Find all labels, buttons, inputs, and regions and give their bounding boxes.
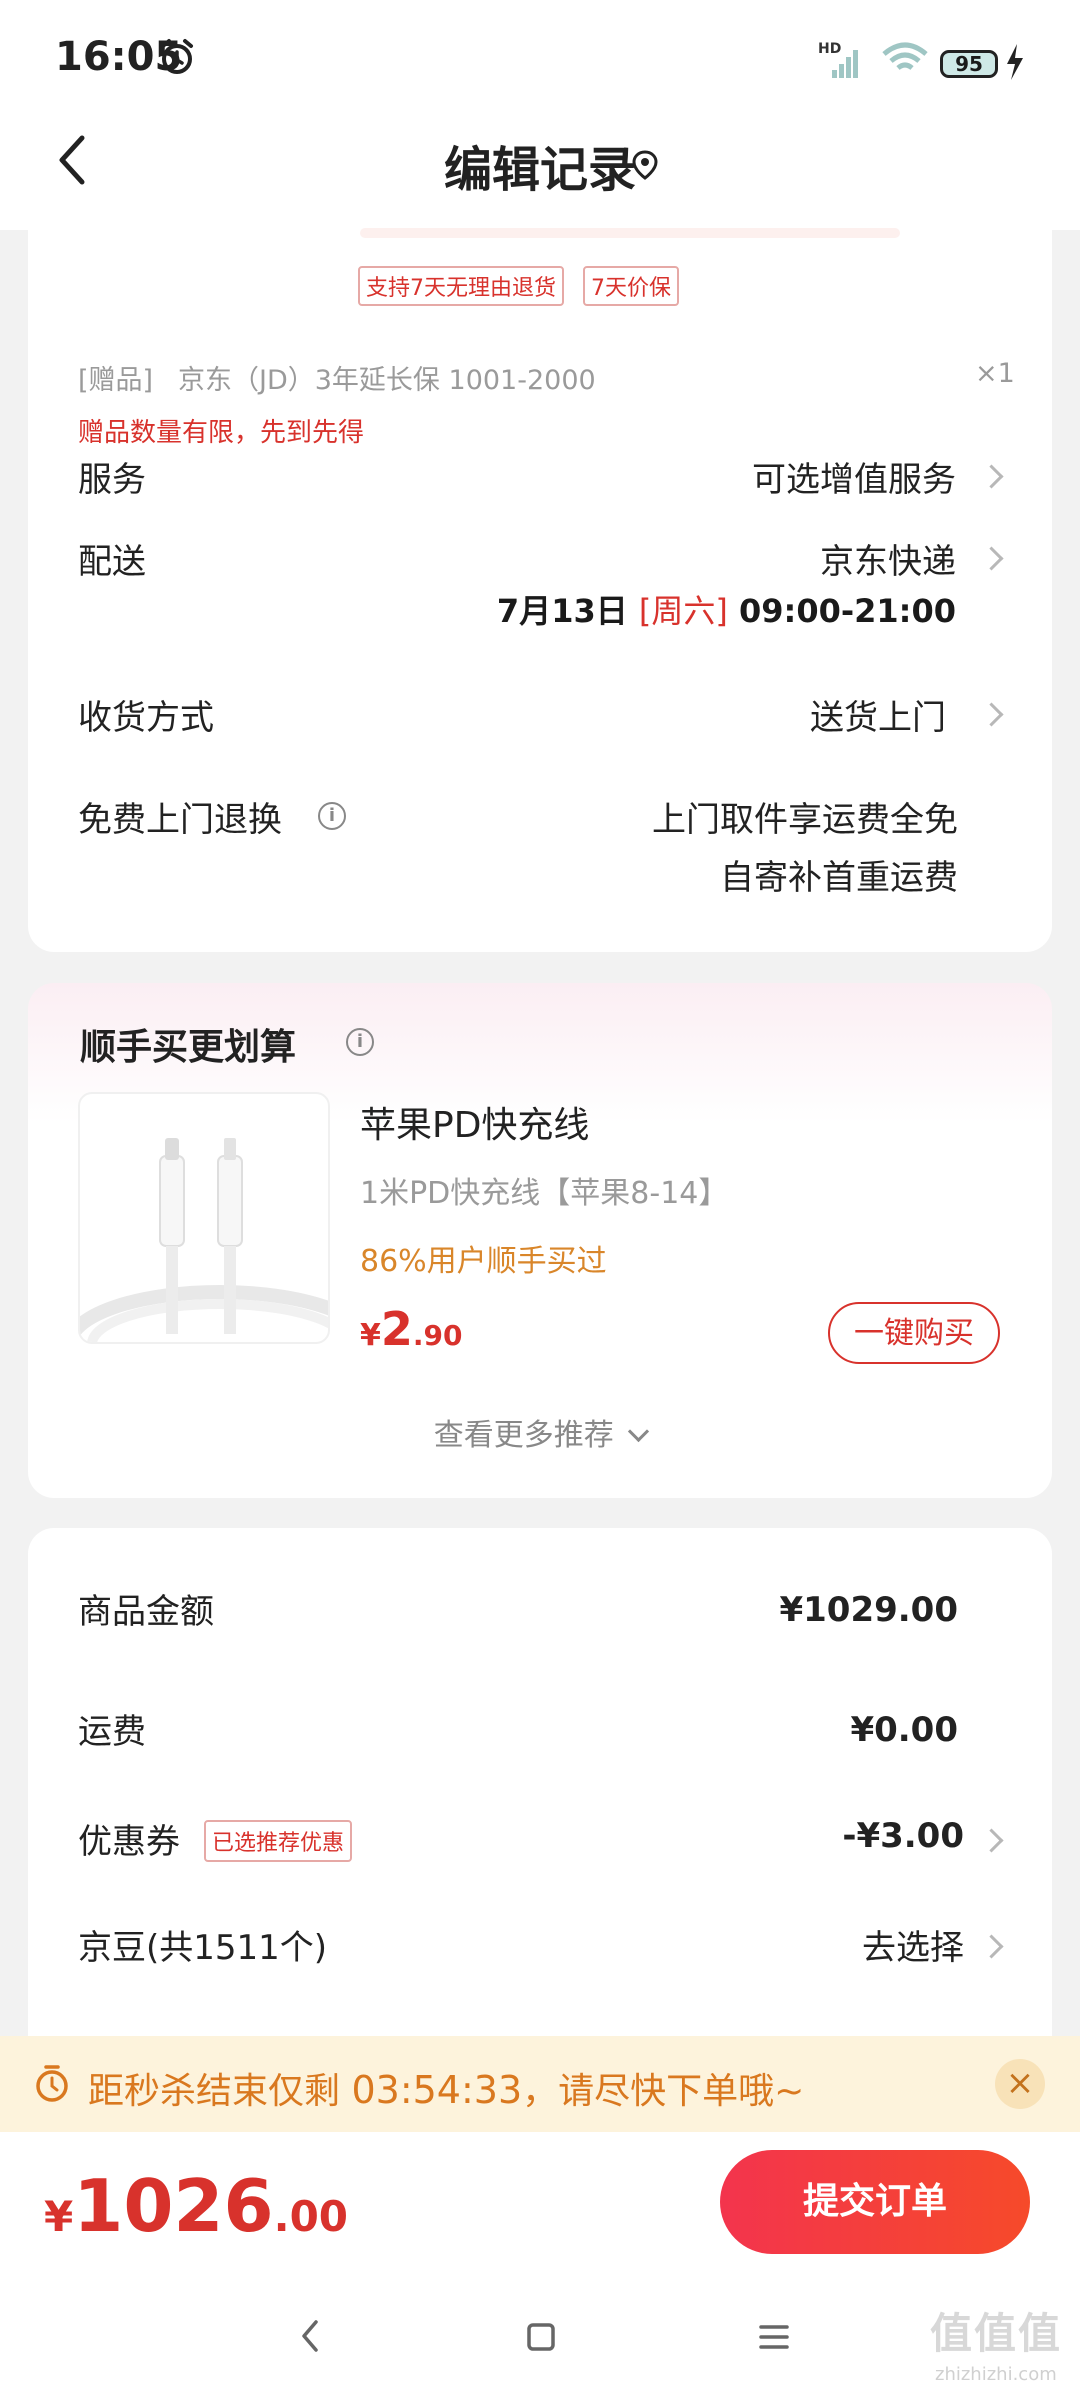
no-reason-return-tag: 支持7天无理由退货 bbox=[358, 266, 564, 306]
more-recommend-link[interactable]: 查看更多推荐 bbox=[0, 1410, 1080, 1454]
coupon-value: -¥3.00 bbox=[842, 1816, 964, 1856]
seckill-suffix: ，请尽快下单哦~ bbox=[522, 2071, 805, 2112]
recommend-price: ¥2.90 bbox=[360, 1302, 463, 1356]
total-price: ¥1026.00 bbox=[44, 2164, 348, 2248]
jingdou-row[interactable]: 京豆(共1511个) 去选择 bbox=[78, 1916, 1008, 1976]
total-decimal: .00 bbox=[273, 2192, 349, 2241]
seckill-prefix: 距秒杀结束仅剩 bbox=[88, 2071, 341, 2112]
alarm-icon bbox=[161, 39, 193, 74]
price-decimal: .90 bbox=[412, 1319, 463, 1352]
seckill-text: 距秒杀结束仅剩 03:54:33，请尽快下单哦~ bbox=[88, 2062, 804, 2114]
service-value: 可选增值服务 bbox=[752, 460, 956, 500]
wifi-icon bbox=[880, 38, 930, 82]
recommend-social-proof: 86%用户顺手买过 bbox=[360, 1244, 607, 1279]
shipping-fee-label: 运费 bbox=[78, 1712, 146, 1752]
goods-amount-label: 商品金额 bbox=[78, 1592, 214, 1632]
network-type-label: HD bbox=[818, 41, 841, 57]
gift-prefix: [赠品] bbox=[78, 365, 154, 396]
service-row[interactable]: 服务 可选增值服务 bbox=[78, 448, 1008, 504]
close-icon[interactable]: × bbox=[995, 2059, 1045, 2109]
chevron-right-icon bbox=[979, 1828, 1004, 1853]
chevron-right-icon bbox=[979, 1934, 1004, 1959]
chevron-right-icon bbox=[979, 464, 1004, 489]
nav-menu-icon[interactable] bbox=[758, 2322, 790, 2352]
timer-icon bbox=[36, 2065, 68, 2102]
delivery-label: 配送 bbox=[78, 542, 146, 582]
receive-method-row[interactable]: 收货方式 送货上门 bbox=[78, 686, 1008, 742]
gift-quantity: ×1 bbox=[975, 358, 1015, 389]
submit-order-button[interactable]: 提交订单 bbox=[720, 2150, 1030, 2254]
recommend-product-name[interactable]: 苹果PD快充线 bbox=[360, 1096, 589, 1148]
delivery-time-range: 09:00-21:00 bbox=[739, 592, 956, 630]
back-arrow-icon[interactable] bbox=[52, 130, 92, 190]
one-click-buy-button[interactable]: 一键购买 bbox=[828, 1302, 1000, 1364]
watermark-logo: 值值值 bbox=[930, 2309, 1063, 2358]
free-return-line1: 上门取件享运费全免 bbox=[652, 800, 958, 840]
charging-icon bbox=[1007, 44, 1023, 80]
free-return-line2: 自寄补首重运费 bbox=[720, 858, 958, 898]
info-icon[interactable]: i bbox=[346, 1028, 374, 1056]
coupon-label: 优惠券 bbox=[78, 1822, 180, 1862]
nav-home-icon[interactable] bbox=[526, 2322, 556, 2352]
seckill-countdown: 03:54:33 bbox=[351, 2068, 523, 2112]
jingdou-label: 京豆(共1511个) bbox=[78, 1928, 328, 1968]
currency-symbol: ¥ bbox=[360, 1318, 381, 1353]
more-recommend-label: 查看更多推荐 bbox=[433, 1418, 614, 1453]
price-protect-tag: 7天价保 bbox=[583, 266, 679, 306]
chevron-right-icon bbox=[979, 546, 1004, 571]
chevron-down-icon bbox=[628, 1420, 650, 1443]
receive-method-label: 收货方式 bbox=[78, 698, 214, 738]
recommend-title: 顺手买更划算 bbox=[80, 1027, 297, 1068]
delivery-value: 京东快递 bbox=[820, 542, 956, 582]
chevron-right-icon bbox=[979, 702, 1004, 727]
goods-amount-value: ¥1029.00 bbox=[779, 1590, 958, 1630]
battery-indicator: 95 bbox=[940, 50, 998, 78]
info-icon[interactable]: i bbox=[318, 802, 346, 830]
delivery-weekday: [周六] bbox=[638, 592, 728, 630]
gift-name: 京东（JD）3年延长保 1001-2000 bbox=[178, 365, 596, 396]
page-title: 编辑记录 bbox=[443, 142, 636, 198]
receive-method-value: 送货上门 bbox=[810, 698, 946, 738]
gift-notice: 赠品数量有限，先到先得 bbox=[78, 418, 365, 448]
price-integer: 2 bbox=[380, 1302, 413, 1356]
service-label: 服务 bbox=[78, 460, 146, 500]
usb-cable-image bbox=[80, 1138, 328, 1342]
recommend-product-spec: 1米PD快充线【苹果8-14】 bbox=[360, 1176, 729, 1211]
shipping-fee-value: ¥0.00 bbox=[850, 1710, 958, 1750]
cellular-signal-icon: HD bbox=[818, 40, 866, 84]
location-pin-icon[interactable] bbox=[632, 150, 658, 180]
total-currency: ¥ bbox=[44, 2192, 74, 2241]
delivery-time: 7月13日 [周六] 09:00-21:00 bbox=[497, 586, 956, 632]
total-integer: 1026 bbox=[73, 2164, 274, 2248]
recommended-coupon-tag: 已选推荐优惠 bbox=[204, 1820, 353, 1862]
nav-back-icon[interactable] bbox=[298, 2318, 322, 2354]
jingdou-value: 去选择 bbox=[862, 1928, 964, 1968]
delivery-row[interactable]: 配送 京东快递 7月13日 [周六] 09:00-21:00 bbox=[78, 530, 1008, 640]
free-return-label: 免费上门退换 bbox=[78, 800, 282, 840]
delivery-date: 7月13日 bbox=[496, 592, 628, 630]
product-image[interactable] bbox=[78, 1092, 330, 1344]
product-highlight-strip bbox=[360, 228, 900, 238]
watermark-url: zhizhizhi.com bbox=[935, 2364, 1057, 2385]
